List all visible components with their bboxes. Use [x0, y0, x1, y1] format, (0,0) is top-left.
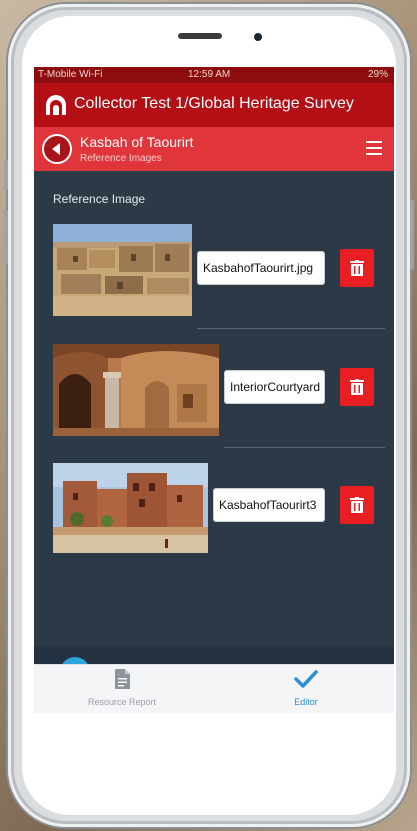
screen-bottom-area [34, 713, 394, 773]
trash-icon [350, 379, 364, 395]
kasbah-exterior-photo[interactable] [53, 463, 208, 553]
arch-logo-icon [46, 95, 66, 115]
back-button[interactable] [42, 134, 72, 164]
delete-button[interactable] [340, 486, 374, 524]
filename-input[interactable]: KasbahofTaourirt.jpg [197, 251, 325, 285]
back-arrow-icon [52, 143, 60, 155]
app-screen: T-Mobile Wi-Fi 12:59 AM 29% Collector Te… [34, 67, 394, 713]
record-title: Kasbah of Taourirt [80, 134, 194, 150]
reference-images-panel: Reference Image KasbahofTaourirt.jpg Int… [34, 171, 394, 646]
tab-resource-report[interactable]: Resource Report [62, 669, 182, 707]
trash-icon [350, 260, 364, 276]
filename-input[interactable]: KasbahofTaourirt3 [213, 488, 325, 522]
trash-icon [350, 497, 364, 513]
tab-editor[interactable]: Editor [246, 669, 366, 707]
tab-label: Resource Report [87, 697, 157, 707]
record-header: Kasbah of Taourirt Reference Images [34, 127, 394, 171]
hamburger-menu-icon[interactable] [366, 141, 382, 155]
record-subtitle: Reference Images [80, 153, 162, 164]
phone-side-button [4, 160, 8, 190]
delete-button[interactable] [340, 249, 374, 287]
kasbah-ruins-photo[interactable] [53, 224, 192, 316]
phone-speaker [178, 33, 222, 39]
phone-camera [254, 33, 262, 41]
row-divider [224, 447, 385, 448]
content-footer [34, 646, 394, 664]
row-divider [197, 328, 385, 329]
tab-label: Editor [294, 697, 318, 707]
delete-button[interactable] [340, 368, 374, 406]
app-title: Collector Test 1/Global Heritage Survey [74, 95, 354, 112]
section-label: Reference Image [53, 192, 146, 206]
interior-courtyard-photo[interactable] [53, 344, 219, 436]
status-bar: T-Mobile Wi-Fi 12:59 AM 29% [34, 67, 394, 83]
phone-power-button [410, 200, 414, 270]
phone-volume-button [4, 210, 8, 264]
document-icon [115, 669, 130, 689]
filename-input[interactable]: InteriorCourtyard [224, 370, 325, 404]
clock-text: 12:59 AM [188, 69, 231, 80]
carrier-text: T-Mobile Wi-Fi [38, 69, 103, 80]
checkmark-icon [294, 670, 318, 688]
bottom-tab-bar: Resource Report Editor [34, 664, 394, 713]
battery-text: 29% [367, 69, 388, 80]
app-header: Collector Test 1/Global Heritage Survey [34, 83, 394, 127]
